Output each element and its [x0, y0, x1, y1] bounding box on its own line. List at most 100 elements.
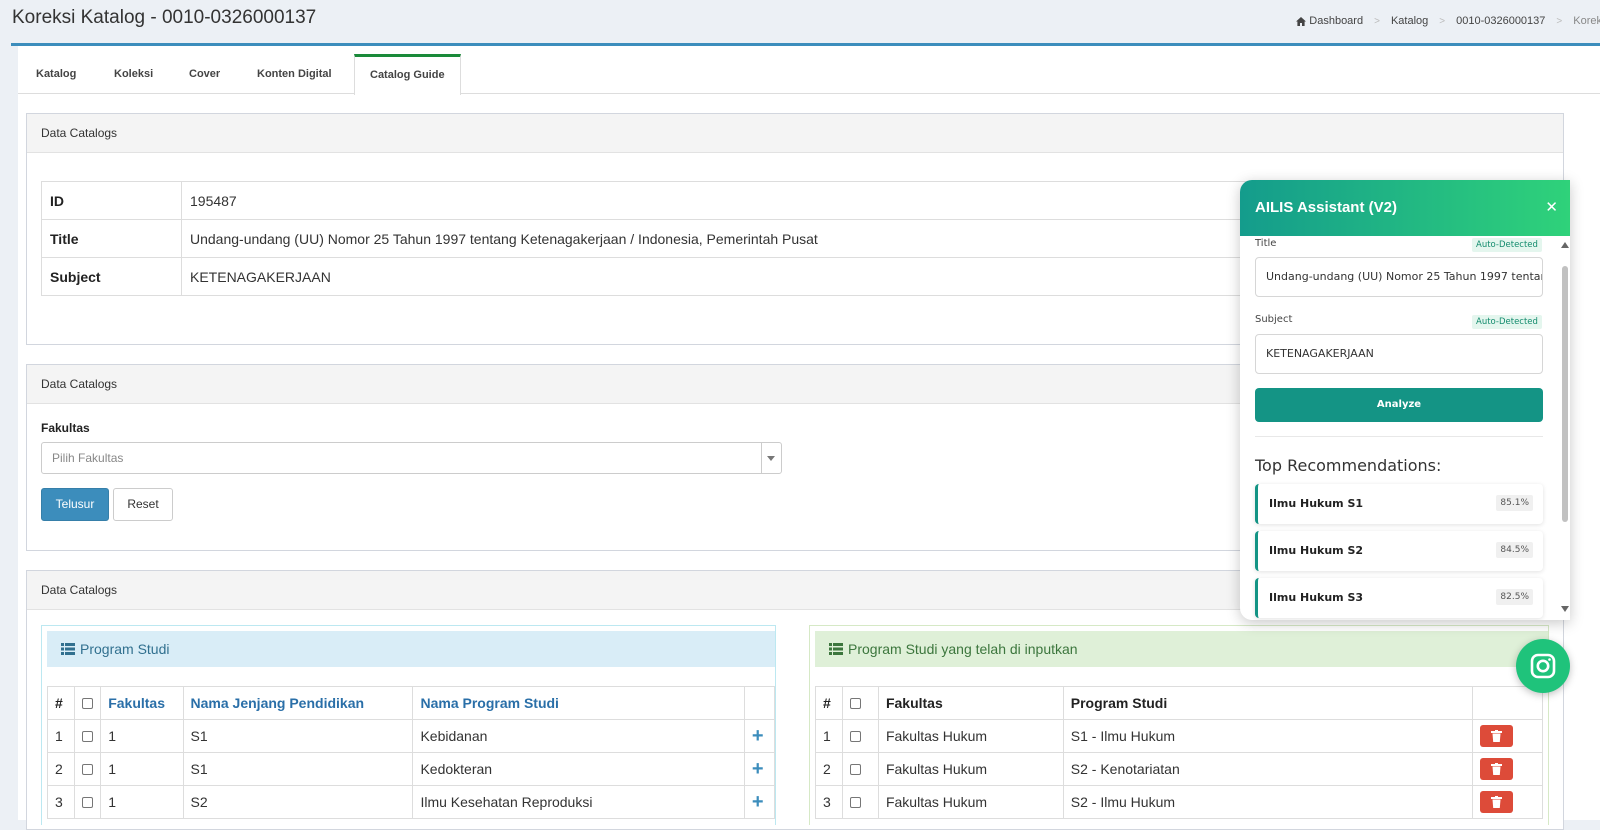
plus-icon[interactable]: +: [752, 758, 764, 780]
tab-konten-digital[interactable]: Konten Digital: [242, 54, 347, 94]
assistant-scrollbar[interactable]: [1560, 240, 1570, 620]
breadcrumb-katalog[interactable]: Katalog: [1391, 15, 1428, 27]
program-studi-heading: Program Studi: [47, 631, 775, 667]
subject-input[interactable]: KETENAGAKERJAAN: [1255, 334, 1543, 374]
breadcrumb-separator: >: [1439, 15, 1446, 27]
select-all-checkbox[interactable]: [849, 698, 861, 709]
table-row: 1 1 S1 Kebidanan +: [46, 719, 776, 753]
row-checkbox[interactable]: [82, 764, 94, 775]
recommendation-item[interactable]: Ilmu Hukum S1 85.1%: [1255, 484, 1543, 524]
row-checkbox[interactable]: [82, 731, 94, 742]
prodi-cell: Ilmu Kesehatan Reproduksi: [412, 785, 745, 819]
select-all-cell: [74, 686, 102, 720]
scroll-down-arrow-icon[interactable]: [1561, 606, 1569, 612]
checkbox-cell: [74, 785, 102, 819]
prodi-cell: Kebidanan: [412, 719, 745, 753]
table-header-row: # Fakultas Program Studi: [815, 686, 1543, 720]
column-header: #: [46, 686, 76, 720]
recommendation-name: Ilmu Hukum S3: [1269, 591, 1364, 604]
plus-icon[interactable]: +: [752, 791, 764, 813]
action-cell: +: [743, 719, 776, 753]
breadcrumb-separator: >: [1556, 15, 1563, 27]
table-row: 3 Fakultas Hukum S2 - Ilmu Hukum: [815, 785, 1543, 819]
recommendation-item[interactable]: Ilmu Hukum S3 82.5%: [1255, 578, 1543, 618]
list-icon: [61, 643, 75, 655]
fakultas-cell: Fakultas Hukum: [877, 752, 1064, 786]
recommendations-heading: Top Recommendations:: [1255, 456, 1442, 475]
recommendation-item[interactable]: Ilmu Hukum S2 84.5%: [1255, 531, 1543, 571]
column-header-fakultas[interactable]: Fakultas: [100, 686, 184, 720]
box-title: Data Catalogs: [27, 114, 1563, 153]
home-icon: [1296, 16, 1307, 26]
assistant-title: AILIS Assistant (V2): [1255, 199, 1397, 216]
column-header-prodi[interactable]: Nama Program Studi: [412, 686, 745, 720]
fakultas-cell: Fakultas Hukum: [877, 785, 1064, 819]
title-input[interactable]: Undang-undang (UU) Nomor 25 Tahun 1997 t…: [1255, 257, 1543, 297]
breadcrumb: Dashboard > Katalog > 0010-0326000137 > …: [1296, 15, 1600, 27]
tab-cover[interactable]: Cover: [174, 54, 235, 94]
row-checkbox[interactable]: [849, 797, 861, 808]
action-cell: [1472, 752, 1543, 786]
row-number: 3: [46, 785, 76, 819]
subject-field-label: Subject: [1255, 314, 1293, 325]
trash-icon: [1491, 730, 1503, 742]
breadcrumb-dashboard[interactable]: Dashboard: [1309, 15, 1363, 27]
row-number: 1: [46, 719, 76, 753]
breadcrumb-catalog-id[interactable]: 0010-0326000137: [1456, 15, 1545, 27]
checkbox-cell: [841, 752, 879, 786]
select-all-checkbox[interactable]: [82, 698, 94, 709]
telusur-button[interactable]: Telusur: [41, 488, 109, 521]
fakultas-select-placeholder: Pilih Fakultas: [52, 451, 124, 465]
analyze-button[interactable]: Analyze: [1255, 388, 1543, 422]
prodi-cell: S2 - Ilmu Hukum: [1062, 785, 1474, 819]
plus-icon[interactable]: +: [752, 725, 764, 747]
table-row: 2 Fakultas Hukum S2 - Kenotariatan: [815, 752, 1543, 786]
column-header-jenjang[interactable]: Nama Jenjang Pendidikan: [182, 686, 414, 720]
delete-button[interactable]: [1480, 791, 1514, 813]
recommendation-score: 82.5%: [1496, 589, 1533, 605]
page-title: Koreksi Katalog - 0010-0326000137: [12, 7, 317, 28]
assistant-toggle-button[interactable]: [1516, 639, 1570, 693]
tab-bar: Katalog Koleksi Cover Konten Digital Cat…: [18, 54, 1600, 95]
panel-heading-text: Program Studi yang telah di inputkan: [848, 641, 1078, 657]
row-checkbox[interactable]: [849, 764, 861, 775]
program-studi-panel: Program Studi # Fakultas Nama Jenjang Pe…: [41, 625, 776, 825]
row-number: 1: [815, 719, 843, 753]
trash-icon: [1491, 763, 1503, 775]
fakultas-label: Fakultas: [41, 421, 90, 435]
delete-button[interactable]: [1480, 758, 1514, 780]
column-header-action: [743, 686, 776, 720]
recommendation-score: 85.1%: [1496, 495, 1533, 511]
checkbox-cell: [74, 752, 102, 786]
fakultas-cell: 1: [100, 752, 184, 786]
program-studi-inputted-table: # Fakultas Program Studi 1 Fakultas Huku…: [815, 686, 1543, 819]
action-cell: [1472, 719, 1543, 753]
page-header: Koreksi Katalog - 0010-0326000137 Dashbo…: [0, 0, 1600, 44]
row-checkbox[interactable]: [82, 797, 94, 808]
breadcrumb-separator: >: [1374, 15, 1380, 27]
table-row: 1 Fakultas Hukum S1 - Ilmu Hukum: [815, 719, 1543, 753]
reset-button[interactable]: Reset: [113, 488, 173, 521]
jenjang-cell: S1: [182, 719, 414, 753]
recommendation-score: 84.5%: [1496, 542, 1533, 558]
select-arrow-area: [761, 443, 781, 473]
trash-icon: [1491, 796, 1503, 808]
tab-koleksi[interactable]: Koleksi: [99, 54, 168, 94]
tab-katalog[interactable]: Katalog: [21, 54, 91, 94]
delete-button[interactable]: [1480, 725, 1514, 747]
field-key: Subject: [41, 257, 182, 296]
program-studi-inputted-panel: Program Studi yang telah di inputkan # F…: [809, 625, 1549, 825]
scroll-up-arrow-icon[interactable]: [1561, 242, 1569, 248]
checkbox-cell: [74, 719, 102, 753]
close-icon[interactable]: ✕: [1545, 200, 1558, 215]
prodi-cell: S2 - Kenotariatan: [1062, 752, 1474, 786]
checkbox-cell: [841, 719, 879, 753]
fakultas-select[interactable]: Pilih Fakultas: [41, 442, 782, 474]
scrollbar-thumb[interactable]: [1562, 266, 1568, 522]
jenjang-cell: S1: [182, 752, 414, 786]
tab-catalog-guide[interactable]: Catalog Guide: [354, 54, 461, 95]
row-checkbox[interactable]: [849, 731, 861, 742]
column-header-prodi: Program Studi: [1062, 686, 1474, 720]
camera-icon: [1530, 653, 1556, 679]
column-header-action: [1472, 686, 1543, 720]
